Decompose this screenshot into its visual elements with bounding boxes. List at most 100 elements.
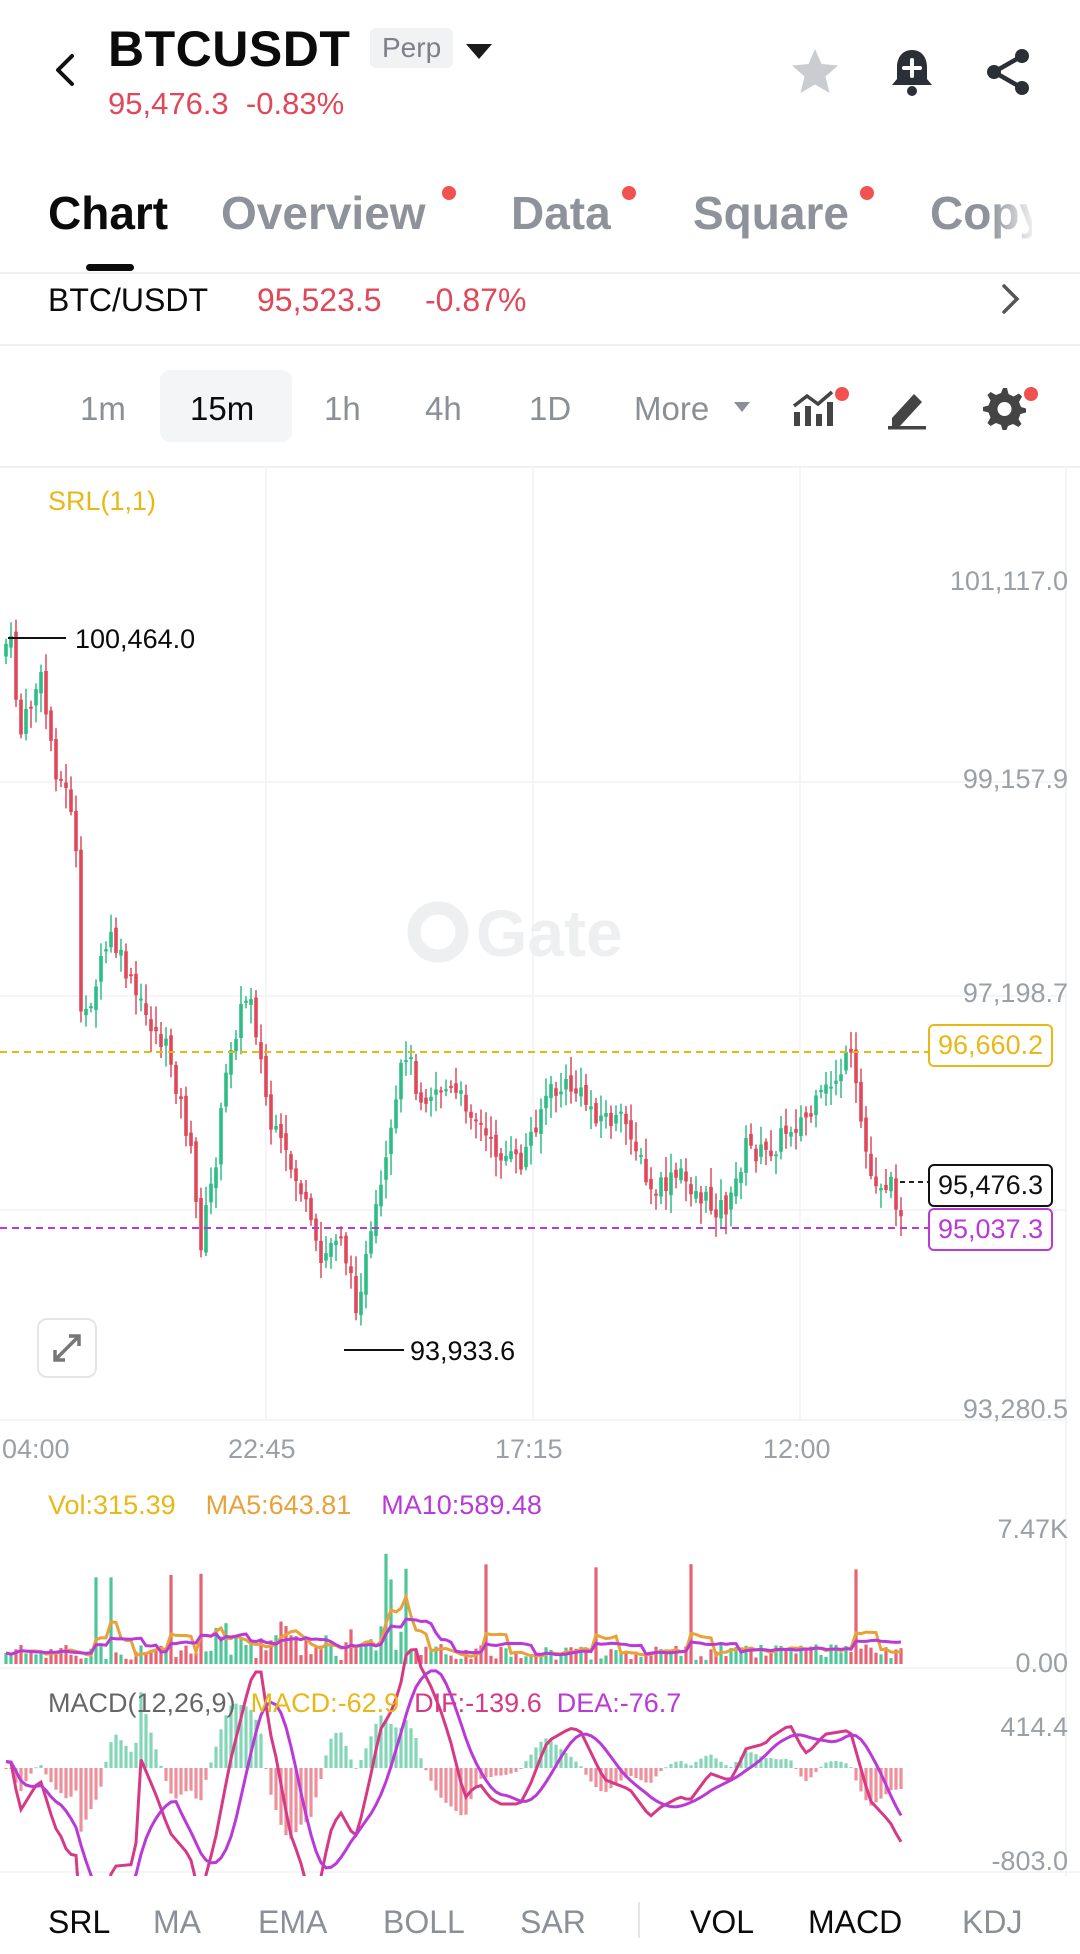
macd-bar [349, 1759, 353, 1768]
indicator-tab-vol[interactable]: VOL [690, 1904, 754, 1941]
macd-bar [654, 1768, 658, 1777]
symbol-title[interactable]: BTCUSDT [108, 20, 350, 78]
candle-body [759, 1144, 763, 1157]
macd-bar [129, 1751, 133, 1768]
tab-square[interactable]: Square [693, 186, 849, 240]
indicator-tab-kdj[interactable]: KDJ [962, 1904, 1022, 1941]
macd-bar [439, 1768, 443, 1798]
volume-bar [629, 1659, 633, 1664]
candle-body [559, 1091, 563, 1095]
candle-body [389, 1127, 393, 1155]
interval-1m[interactable]: 1m [80, 390, 126, 428]
volume-bar [609, 1649, 613, 1664]
symbol-dropdown-icon[interactable] [466, 44, 492, 59]
volume-bar [694, 1659, 698, 1664]
candle-body [264, 1055, 268, 1098]
interval-15m[interactable]: 15m [190, 390, 254, 428]
macd-bar [509, 1768, 513, 1774]
candlestick-chart[interactable]: Gate [0, 466, 1080, 1876]
volume-bar [759, 1644, 763, 1664]
interval-1h[interactable]: 1h [324, 390, 361, 428]
notification-dot [860, 186, 874, 200]
macd-bar [364, 1748, 368, 1768]
candle-body [764, 1141, 768, 1150]
volume-bar [309, 1654, 313, 1664]
back-arrow-icon[interactable] [48, 52, 84, 88]
share-icon[interactable] [980, 44, 1036, 100]
candle-body [279, 1124, 283, 1139]
macd-bar [714, 1758, 718, 1768]
candle-body [474, 1119, 478, 1122]
macd-bar [684, 1763, 688, 1768]
interval-1d[interactable]: 1D [529, 390, 571, 428]
star-icon[interactable] [787, 44, 843, 100]
tab-chart[interactable]: Chart [48, 186, 168, 240]
candle-body [714, 1209, 718, 1218]
macd-bar [69, 1768, 73, 1797]
volume-bar [889, 1658, 893, 1664]
draw-icon[interactable] [884, 384, 930, 430]
macd-bar [174, 1768, 178, 1799]
chevron-right-icon[interactable] [998, 282, 1024, 316]
last-price-tag[interactable]: 95,476.3 [928, 1164, 1054, 1207]
indicator-tab-sar[interactable]: SAR [520, 1904, 586, 1941]
macd-bar [824, 1762, 828, 1768]
candle-body [219, 1108, 223, 1165]
candle-body [684, 1171, 688, 1182]
tab-overview[interactable]: Overview [221, 186, 426, 240]
volume-bar [429, 1651, 433, 1664]
candle-body [349, 1266, 353, 1274]
macd-bar [409, 1728, 413, 1768]
macd-bar [679, 1760, 683, 1768]
contract-type-badge[interactable]: Perp [370, 28, 454, 68]
more-intervals[interactable]: More [634, 390, 709, 428]
volume-bar [539, 1657, 543, 1664]
indicator-tab-ema[interactable]: EMA [258, 1904, 327, 1941]
interval-4h[interactable]: 4h [425, 390, 462, 428]
indicator-icon[interactable] [790, 384, 836, 430]
macd-bar [49, 1768, 53, 1783]
fullscreen-button[interactable] [37, 1318, 97, 1378]
volume-bar [374, 1650, 378, 1664]
settings-icon[interactable] [980, 384, 1026, 430]
indicator-tab-ma[interactable]: MA [153, 1904, 201, 1941]
candle-body [189, 1132, 193, 1147]
volume-bar [359, 1644, 363, 1664]
candle-body [884, 1184, 888, 1190]
macd-bar [419, 1758, 423, 1768]
candle-body [314, 1218, 318, 1241]
candle-body [374, 1204, 378, 1236]
ticker-pair[interactable]: BTC/USDT [48, 282, 208, 319]
macd-legend: MACD(12,26,9) MACD:-62.9 DIF:-139.6 DEA:… [48, 1688, 681, 1719]
macd-bar [134, 1742, 138, 1768]
bell-plus-icon[interactable] [884, 44, 940, 100]
volume-bar [614, 1650, 618, 1664]
volume-bar [489, 1655, 493, 1664]
candle-body [634, 1141, 638, 1152]
indicator-tab-macd[interactable]: MACD [808, 1904, 902, 1941]
candle-body [169, 1035, 173, 1065]
volume-bar [864, 1644, 868, 1664]
macd-bar [114, 1734, 118, 1768]
macd-bar [784, 1758, 788, 1768]
candle-body [589, 1106, 593, 1110]
candle-body [484, 1128, 488, 1136]
candle-body [889, 1176, 893, 1192]
macd-bar [819, 1766, 823, 1768]
candle-body [504, 1155, 508, 1161]
macd-bar [689, 1765, 693, 1768]
candle-body [654, 1193, 658, 1196]
macd-bar [514, 1768, 518, 1772]
indicator-tab-boll[interactable]: BOLL [383, 1904, 465, 1941]
candle-body [429, 1096, 433, 1101]
x-axis-label: 04:00 [2, 1434, 70, 1464]
volume-legend: Vol:315.39 MA5:643.81 MA10:589.48 [48, 1490, 542, 1521]
macd-bar [874, 1768, 878, 1803]
indicator-tab-srl[interactable]: SRL [48, 1904, 110, 1941]
macd-bar [99, 1768, 103, 1787]
tab-data[interactable]: Data [511, 186, 611, 240]
volume-bar [524, 1656, 528, 1664]
macd-bar [344, 1745, 348, 1768]
volume-bar [339, 1659, 343, 1664]
volume-bar [699, 1656, 703, 1664]
